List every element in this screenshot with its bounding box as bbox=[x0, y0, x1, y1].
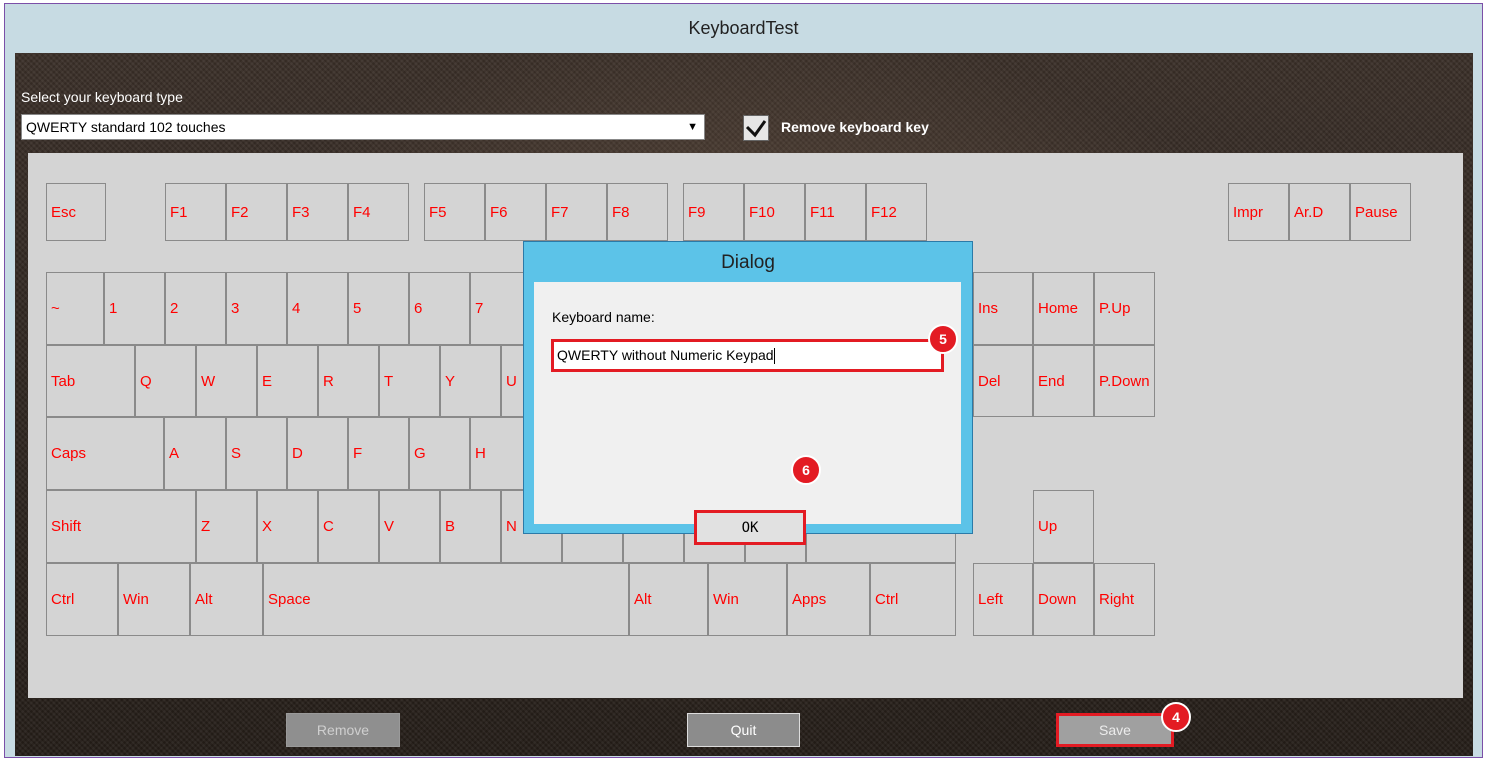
key-h[interactable]: H bbox=[470, 417, 531, 490]
quit-button[interactable]: Quit bbox=[687, 713, 800, 747]
key-f6[interactable]: F6 bbox=[485, 183, 546, 241]
key-z[interactable]: Z bbox=[196, 490, 257, 563]
key-a[interactable]: A bbox=[164, 417, 226, 490]
key-4[interactable]: 4 bbox=[287, 272, 348, 345]
key-alt-left[interactable]: Alt bbox=[190, 563, 263, 636]
keyboard-type-select[interactable]: QWERTY standard 102 touches ▼ bbox=[21, 114, 705, 140]
key-5[interactable]: 5 bbox=[348, 272, 409, 345]
key-f11[interactable]: F11 bbox=[805, 183, 866, 241]
key-esc[interactable]: Esc bbox=[46, 183, 106, 241]
key-right[interactable]: Right bbox=[1094, 563, 1155, 636]
key-f9[interactable]: F9 bbox=[683, 183, 744, 241]
window-title: KeyboardTest bbox=[688, 17, 799, 38]
keyboard-type-label: Select your keyboard type bbox=[21, 89, 183, 105]
key-ard[interactable]: Ar.D bbox=[1289, 183, 1350, 241]
key-f[interactable]: F bbox=[348, 417, 409, 490]
checkmark-icon bbox=[745, 120, 767, 138]
key-shift[interactable]: Shift bbox=[46, 490, 196, 563]
key-end[interactable]: End bbox=[1033, 345, 1094, 417]
text-caret bbox=[773, 348, 775, 365]
key-apps[interactable]: Apps bbox=[787, 563, 870, 636]
key-ins[interactable]: Ins bbox=[973, 272, 1033, 345]
dialog-body: Keyboard name: QWERTY without Numeric Ke… bbox=[534, 282, 961, 545]
key-f1[interactable]: F1 bbox=[165, 183, 226, 241]
key-r[interactable]: R bbox=[318, 345, 379, 417]
keyboard-type-value: QWERTY standard 102 touches bbox=[26, 119, 226, 135]
key-impr[interactable]: Impr bbox=[1228, 183, 1289, 241]
key-del[interactable]: Del bbox=[973, 345, 1033, 417]
step-badge-6: 6 bbox=[791, 455, 821, 485]
dropdown-arrow-icon[interactable]: ▼ bbox=[687, 115, 698, 139]
key-down[interactable]: Down bbox=[1033, 563, 1094, 636]
key-2[interactable]: 2 bbox=[165, 272, 226, 345]
key-up[interactable]: Up bbox=[1033, 490, 1094, 563]
remove-button[interactable]: Remove bbox=[286, 713, 400, 747]
ok-button[interactable]: OK bbox=[694, 510, 806, 545]
key-home[interactable]: Home bbox=[1033, 272, 1094, 345]
key-7[interactable]: 7 bbox=[470, 272, 531, 345]
key-alt-right[interactable]: Alt bbox=[629, 563, 708, 636]
key-g[interactable]: G bbox=[409, 417, 470, 490]
key-6[interactable]: 6 bbox=[409, 272, 470, 345]
key-q[interactable]: Q bbox=[135, 345, 196, 417]
step-badge-4: 4 bbox=[1161, 702, 1191, 732]
key-tab[interactable]: Tab bbox=[46, 345, 135, 417]
key-1[interactable]: 1 bbox=[104, 272, 165, 345]
key-left[interactable]: Left bbox=[973, 563, 1033, 636]
key-caps[interactable]: Caps bbox=[46, 417, 164, 490]
keyboard-name-value: QWERTY without Numeric Keypad bbox=[557, 347, 774, 363]
key-win-left[interactable]: Win bbox=[118, 563, 190, 636]
key-tilde[interactable]: ~ bbox=[46, 272, 104, 345]
keyboard-name-dialog: Dialog Keyboard name: QWERTY without Num… bbox=[523, 241, 973, 545]
step-badge-5: 5 bbox=[928, 324, 958, 354]
keyboard-name-label: Keyboard name: bbox=[552, 309, 655, 325]
key-d[interactable]: D bbox=[287, 417, 348, 490]
key-pause[interactable]: Pause bbox=[1350, 183, 1411, 241]
keyboard-name-input[interactable]: QWERTY without Numeric Keypad bbox=[551, 339, 944, 372]
key-f10[interactable]: F10 bbox=[744, 183, 805, 241]
key-b[interactable]: B bbox=[440, 490, 501, 563]
key-3[interactable]: 3 bbox=[226, 272, 287, 345]
key-pagedown[interactable]: P.Down bbox=[1094, 345, 1155, 417]
save-button[interactable]: Save bbox=[1056, 713, 1174, 747]
key-s[interactable]: S bbox=[226, 417, 287, 490]
key-space[interactable]: Space bbox=[263, 563, 629, 636]
key-t[interactable]: T bbox=[379, 345, 440, 417]
remove-key-label: Remove keyboard key bbox=[781, 119, 929, 135]
key-f12[interactable]: F12 bbox=[866, 183, 927, 241]
key-ctrl-left[interactable]: Ctrl bbox=[46, 563, 118, 636]
key-c[interactable]: C bbox=[318, 490, 379, 563]
key-f8[interactable]: F8 bbox=[607, 183, 668, 241]
key-v[interactable]: V bbox=[379, 490, 440, 563]
key-pageup[interactable]: P.Up bbox=[1094, 272, 1155, 345]
key-win-right[interactable]: Win bbox=[708, 563, 787, 636]
key-f5[interactable]: F5 bbox=[424, 183, 485, 241]
key-f2[interactable]: F2 bbox=[226, 183, 287, 241]
key-f7[interactable]: F7 bbox=[546, 183, 607, 241]
key-f3[interactable]: F3 bbox=[287, 183, 348, 241]
key-f4[interactable]: F4 bbox=[348, 183, 409, 241]
key-ctrl-right[interactable]: Ctrl bbox=[870, 563, 956, 636]
key-x[interactable]: X bbox=[257, 490, 318, 563]
key-w[interactable]: W bbox=[196, 345, 257, 417]
dialog-title: Dialog bbox=[721, 252, 775, 273]
remove-key-checkbox[interactable] bbox=[743, 115, 769, 141]
key-e[interactable]: E bbox=[257, 345, 318, 417]
key-y[interactable]: Y bbox=[440, 345, 501, 417]
